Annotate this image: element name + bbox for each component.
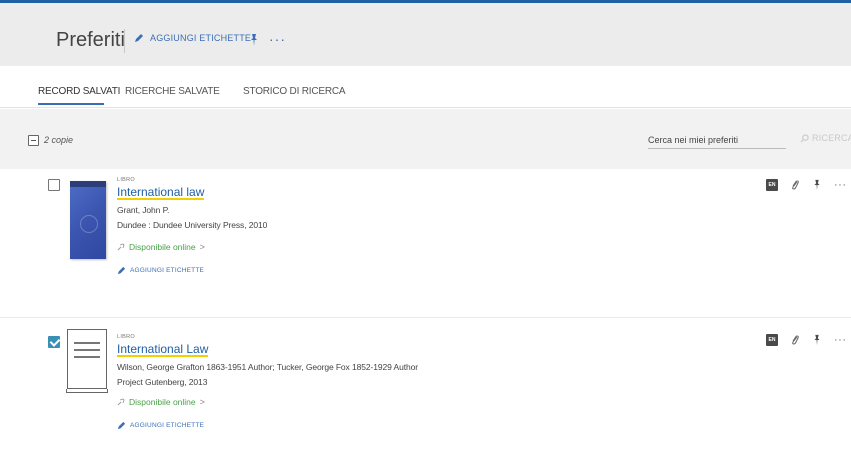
record-title-link[interactable]: International Law <box>117 343 209 357</box>
cover-base <box>66 389 108 393</box>
record-more-button[interactable]: ··· <box>834 335 847 346</box>
page-header: Preferiti AGGIUNGI ETICHETTE ··· <box>0 3 851 66</box>
cover-line <box>74 349 100 351</box>
book-cover-thumbnail[interactable] <box>70 181 106 259</box>
favorites-search-input[interactable] <box>648 131 786 149</box>
page-title: Preferiti <box>56 29 125 51</box>
active-tab-indicator <box>38 103 104 105</box>
record-authors: Wilson, George Grafton 1863-1951 Author;… <box>117 362 418 372</box>
select-all-checkbox[interactable] <box>28 135 39 146</box>
tab-bar: RECORD SALVATI RICERCHE SALVATE STORICO … <box>0 66 851 108</box>
availability-link[interactable]: Disponibile online > <box>117 397 418 407</box>
results-toolbar: 2 copie RICERCA <box>0 109 851 169</box>
record-metadata: LIBRO International Law Wilson, George G… <box>117 334 418 430</box>
export-format-badge[interactable]: EN <box>766 334 778 346</box>
cover-line <box>74 342 100 344</box>
record-item: LIBRO International Law Wilson, George G… <box>0 317 851 453</box>
record-actions: EN ··· <box>766 334 847 346</box>
add-tags-button[interactable]: AGGIUNGI ETICHETTE <box>134 33 251 43</box>
cover-emblem <box>80 215 98 233</box>
header-divider <box>124 29 125 53</box>
chevron-right-icon: > <box>199 397 205 407</box>
cover-line <box>74 356 100 358</box>
pin-icon[interactable] <box>812 334 822 346</box>
items-count: 2 copie <box>44 135 74 145</box>
link-icon <box>117 398 125 406</box>
pencil-icon <box>117 266 126 275</box>
tab-saved-searches[interactable]: RICERCHE SALVATE <box>125 86 220 97</box>
availability-link[interactable]: Disponibile online > <box>117 242 267 252</box>
pencil-icon <box>135 34 143 42</box>
search-button-label: RICERCA <box>812 133 851 143</box>
export-format-badge[interactable]: EN <box>766 179 778 191</box>
record-actions: EN ··· <box>766 179 847 191</box>
record-add-tags-button[interactable]: AGGIUNGI ETICHETTE <box>117 266 267 275</box>
availability-label: Disponibile online <box>129 242 196 252</box>
generic-book-icon[interactable] <box>66 329 108 393</box>
add-tags-label: AGGIUNGI ETICHETTE <box>150 33 252 43</box>
header-more-button[interactable]: ··· <box>269 31 286 47</box>
availability-label: Disponibile online <box>129 397 196 407</box>
cover-band <box>70 181 106 187</box>
record-title-link[interactable]: International law <box>117 186 205 200</box>
link-icon <box>117 243 125 251</box>
chevron-right-icon: > <box>199 242 205 252</box>
search-icon <box>800 133 809 142</box>
record-checkbox[interactable] <box>48 336 60 348</box>
tab-search-history[interactable]: STORICO DI RICERCA <box>243 86 346 97</box>
tab-saved-records[interactable]: RECORD SALVATI <box>38 86 120 97</box>
paperclip-icon[interactable] <box>790 179 800 191</box>
record-add-tags-label: AGGIUNGI ETICHETTE <box>130 422 205 429</box>
record-add-tags-button[interactable]: AGGIUNGI ETICHETTE <box>117 421 418 430</box>
record-metadata: LIBRO International law Grant, John P. D… <box>117 177 267 275</box>
pencil-icon <box>117 421 126 430</box>
pin-icon[interactable] <box>812 179 822 191</box>
record-more-button[interactable]: ··· <box>834 180 847 191</box>
record-item: LIBRO International law Grant, John P. D… <box>0 169 851 317</box>
paperclip-icon[interactable] <box>790 334 800 346</box>
search-button[interactable]: RICERCA <box>800 133 851 143</box>
record-publication: Dundee : Dundee University Press, 2010 <box>117 220 268 230</box>
record-add-tags-label: AGGIUNGI ETICHETTE <box>130 267 205 274</box>
pin-icon[interactable] <box>249 33 259 47</box>
record-checkbox[interactable] <box>48 179 60 191</box>
record-authors: Grant, John P. <box>117 205 170 215</box>
record-publication: Project Gutenberg, 2013 <box>117 377 208 387</box>
